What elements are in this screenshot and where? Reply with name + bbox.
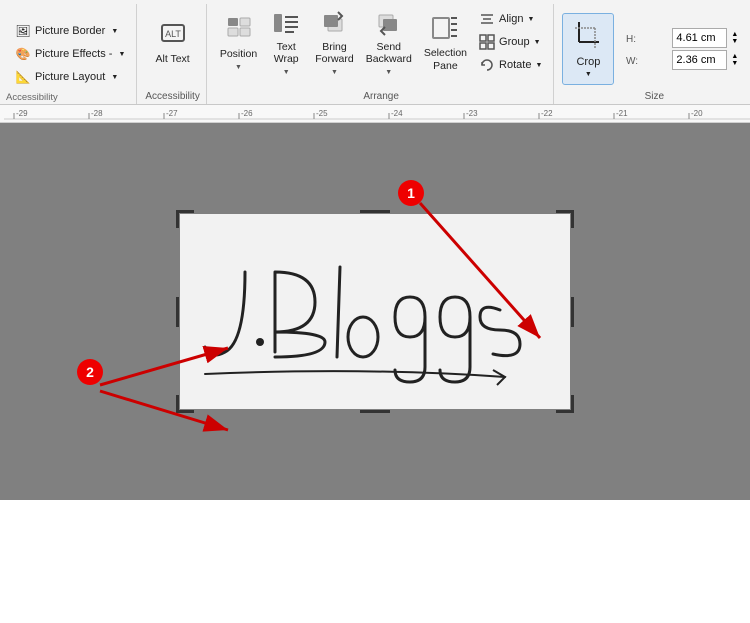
group-icon [479,34,495,50]
width-spinner[interactable]: ▲ ▼ [731,53,738,67]
picture-layout-btn[interactable]: 📐 Picture Layout ▼ [10,66,123,88]
accessibility-bar-label: Accessibility [6,92,58,103]
arrange-small-group: Align ▼ Group ▼ Rotate [474,6,547,78]
wrap-text-icon [270,8,302,38]
bring-forward-icon [318,8,350,38]
position-arrow: ▼ [235,64,242,71]
wrap-text-label: TextWrap [274,41,299,66]
group-arrow: ▼ [534,39,541,46]
align-btn[interactable]: Align ▼ [474,8,547,30]
position-icon [223,13,255,45]
crop-handle-mr[interactable] [556,297,574,327]
crop-handle-bl[interactable] [176,395,194,413]
position-btn[interactable]: Position ▼ [215,6,262,78]
crop-handle-tm[interactable] [360,210,390,228]
crop-label: Crop [576,56,600,68]
crop-handle-ml[interactable] [176,297,194,327]
selection-pane-icon [429,12,461,44]
document-area: 1 2 [0,123,750,500]
crop-btn[interactable]: Crop ▼ [562,13,614,85]
selection-pane-label: SelectionPane [424,47,467,72]
group-label: Group [499,36,530,48]
send-backward-label: SendBackward [366,41,412,66]
width-input[interactable] [672,50,727,70]
wrap-text-btn[interactable]: TextWrap ▼ [264,6,308,78]
svg-text:W:: W: [626,56,638,67]
picture-effects-icon: 🎨 [15,46,31,62]
svg-text:-26: -26 [241,109,253,118]
signature-image [180,214,570,409]
selection-pane-btn[interactable]: SelectionPane [419,6,472,78]
svg-text:-25: -25 [316,109,328,118]
height-spinner[interactable]: ▲ ▼ [731,31,738,45]
send-backward-btn[interactable]: SendBackward ▼ [361,6,417,78]
rotate-arrow: ▼ [535,62,542,69]
height-label: H: [626,31,668,45]
picture-layout-arrow: ▼ [111,74,118,81]
position-label: Position [220,48,257,61]
align-icon [479,11,495,27]
rotate-label: Rotate [499,59,531,71]
size-inputs: H: ▲ ▼ W: ▲ [618,24,746,74]
crop-handle-bm[interactable] [360,395,390,413]
svg-text:ALT: ALT [165,29,181,39]
bring-forward-btn[interactable]: BringForward ▼ [310,6,359,78]
svg-text:-29: -29 [16,109,28,118]
signature-container[interactable] [180,214,570,409]
height-input[interactable] [672,28,727,48]
rotate-icon [479,57,495,73]
width-label: W: [626,53,668,67]
svg-text:-23: -23 [466,109,478,118]
picture-layout-label: Picture Layout [35,71,105,83]
svg-text:-28: -28 [91,109,103,118]
picture-border-btn[interactable]: 🖼 Picture Border ▼ [10,20,123,42]
ruler-marks: // Will be drawn inline -29 -28 -27 -26 … [4,105,746,122]
ruler: // Will be drawn inline -29 -28 -27 -26 … [0,105,750,123]
alt-text-label: Alt Text [155,53,189,66]
crop-handle-br[interactable] [556,395,574,413]
bring-forward-label: BringForward [315,41,354,66]
bring-forward-arrow: ▼ [331,69,338,76]
wrap-text-arrow: ▼ [283,69,290,76]
group-btn[interactable]: Group ▼ [474,31,547,53]
crop-handle-tl[interactable] [176,210,194,228]
svg-text:H:: H: [626,34,636,45]
picture-border-arrow: ▼ [111,28,118,35]
ribbon: 🖼 Picture Border ▼ 🎨 Picture Effects - ▼… [0,0,750,105]
picture-effects-arrow: ▼ [118,51,125,58]
picture-border-icon: 🖼 [15,23,31,39]
crop-arrow: ▼ [585,71,592,78]
crop-icon [573,20,603,53]
picture-border-label: Picture Border [35,25,105,37]
annotation-2: 2 [77,359,103,385]
rotate-btn[interactable]: Rotate ▼ [474,54,547,76]
accessibility-bar: Accessibility [0,89,750,105]
annotation-1: 1 [398,180,424,206]
svg-text:-27: -27 [166,109,178,118]
svg-text:-21: -21 [616,109,628,118]
align-arrow: ▼ [528,16,535,23]
picture-layout-icon: 📐 [15,69,31,85]
alt-text-icon: ALT [157,18,189,50]
picture-effects-label: Picture Effects - [35,48,112,60]
alt-text-btn[interactable]: ALT Alt Text [150,6,194,78]
align-label: Align [499,13,523,25]
svg-text:-24: -24 [391,109,403,118]
crop-handle-tr[interactable] [556,210,574,228]
send-backward-icon [373,8,405,38]
svg-text:-20: -20 [691,109,703,118]
picture-effects-btn[interactable]: 🎨 Picture Effects - ▼ [10,43,130,65]
svg-text:-22: -22 [541,109,553,118]
send-backward-arrow: ▼ [385,69,392,76]
